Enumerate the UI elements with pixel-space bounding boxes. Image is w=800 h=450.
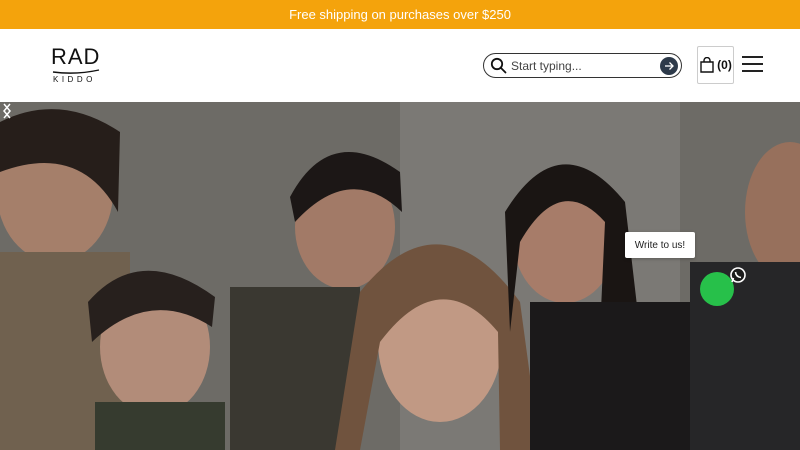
logo-sub-text: KIDDO [53, 75, 96, 84]
promo-text: Free shipping on purchases over $250 [289, 7, 511, 22]
chat-bubble[interactable]: Write to us! [625, 232, 695, 258]
promo-bar: Free shipping on purchases over $250 [0, 0, 800, 29]
hero-image [0, 102, 800, 450]
chevron-right-icon[interactable] [0, 102, 14, 120]
site-logo[interactable]: RAD KIDDO [51, 46, 103, 86]
menu-button[interactable] [742, 56, 763, 74]
search-icon [490, 57, 507, 74]
cart-button[interactable]: (0) [697, 46, 734, 84]
site-header: RAD KIDDO (0) [0, 29, 800, 102]
logo-main-text: RAD [51, 44, 101, 69]
chat-bubble-text: Write to us! [634, 239, 686, 251]
hero-banner [0, 102, 800, 450]
cart-count: (0) [717, 58, 732, 72]
search-submit-button[interactable] [660, 57, 678, 75]
whatsapp-icon[interactable] [729, 266, 747, 284]
shopping-bag-icon [700, 57, 714, 73]
search-input[interactable] [511, 56, 651, 75]
arrow-right-icon [665, 62, 674, 70]
search-box [483, 53, 682, 78]
